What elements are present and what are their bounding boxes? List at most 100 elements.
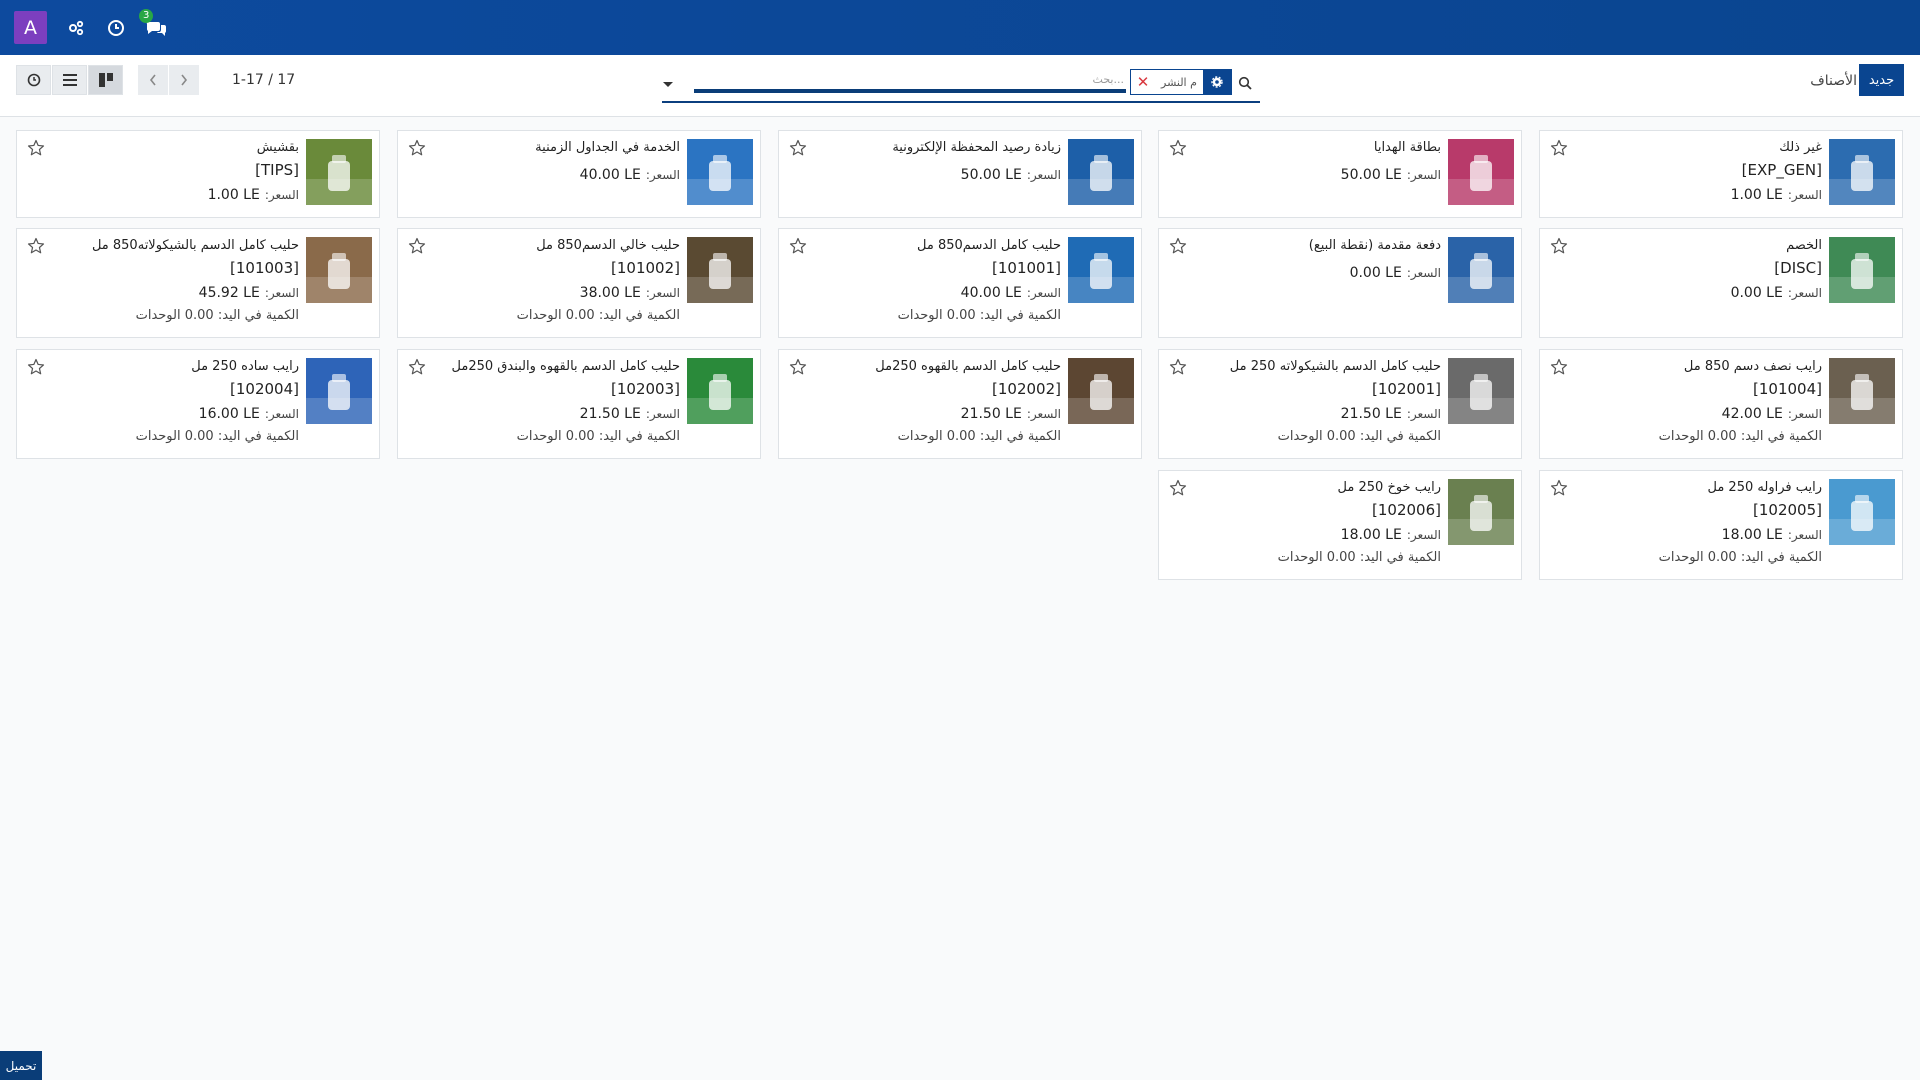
product-ref: [101003] [230,259,299,277]
favorite-star-icon[interactable] [27,358,45,380]
product-info: غير ذلك [EXP_GEN] السعر: 1.00 LE [1552,139,1822,207]
new-button[interactable]: جديد [1859,64,1904,96]
product-card[interactable]: رايب فراوله 250 مل [102005] السعر: 18.00 LE… [1539,470,1903,580]
favorite-star-icon[interactable] [408,358,426,380]
price-value: 0.00 LE [1730,285,1783,301]
kanban-view: غير ذلك [EXP_GEN] السعر: 1.00 LE بطاقة الهدا… [0,117,1920,1080]
product-card[interactable]: حليب كامل الدسم بالقهوه والبندق 250مل [10… [397,349,761,459]
price-value: 40.00 LE [960,285,1022,301]
breadcrumb: الأصناف [1810,73,1857,89]
search-input[interactable]: بحث... [962,73,1124,86]
kanban-view-icon[interactable] [88,65,123,95]
price-label: السعر: [1026,168,1061,182]
product-name: رايب فراوله 250 مل [1707,480,1822,495]
pager: 1-17 / 17 [138,65,295,95]
price-label: السعر: [1787,407,1822,421]
product-info: رايب فراوله 250 مل [102005] السعر: 18.00 LE… [1552,479,1822,569]
product-ref: [101002] [611,259,680,277]
pager-prev-icon[interactable] [138,65,168,95]
price-label: السعر: [1026,407,1061,421]
product-ref: [102005] [1753,501,1822,519]
product-card[interactable]: بقشيش [TIPS] السعر: 1.00 LE [16,130,380,218]
search-dropdown-toggle-icon[interactable] [662,75,674,94]
product-info: رايب خوخ 250 مل [102006] السعر: 18.00 LE الك… [1171,479,1441,569]
product-name: حليب كامل الدسم بالشيكولاته850 مل [91,238,299,253]
product-name: حليب كامل الدسم850 مل [917,238,1061,253]
clock-icon[interactable] [105,17,127,39]
product-image [1829,479,1895,545]
price-value: 18.00 LE [1721,527,1783,543]
chat-badge: 3 [139,8,154,23]
product-info: حليب كامل الدسم850 مل [101001] السعر: 40.00… [791,237,1061,327]
favorite-star-icon[interactable] [1550,237,1568,259]
favorite-star-icon[interactable] [1550,479,1568,501]
favorite-star-icon[interactable] [27,139,45,161]
product-info: رايب ساده 250 مل [102004] السعر:16.00 LE ال… [29,358,299,448]
search-bar: بحث... ✕ م النشر [662,67,1260,103]
product-name: بطاقة الهدايا [1373,140,1441,155]
price-label: السعر: [264,286,299,300]
product-price: السعر: 18.00 LE [1171,523,1441,547]
product-price: السعر: 18.00 LE [1552,523,1822,547]
product-name: حليب كامل الدسم بالقهوه والبندق 250مل [451,359,680,374]
price-value: 21.50 LE [960,406,1022,422]
product-image [1448,237,1514,303]
chat-icon[interactable]: 3 [139,8,167,39]
price-label: السعر: [645,168,680,182]
product-name: رايب خوخ 250 مل [1337,480,1441,495]
product-qty: الكمية في اليد: 0.00 الوحدات [1658,550,1822,565]
product-price: السعر: 50.00 LE [1171,163,1441,187]
product-card[interactable]: رايب نصف دسم 850 مل [101004] السعر: 42.00 L… [1539,349,1903,459]
search-icon[interactable] [1238,75,1252,94]
apps-icon[interactable] [65,17,87,39]
favorite-star-icon[interactable] [408,139,426,161]
price-value: 42.00 LE [1721,406,1783,422]
product-card[interactable]: رايب ساده 250 مل [102004] السعر:16.00 LE ال… [16,349,380,459]
price-label: السعر: [264,188,299,202]
product-card[interactable]: حليب كامل الدسم850 مل [101001] السعر: 40.00… [778,228,1142,338]
favorite-star-icon[interactable] [1169,139,1187,161]
product-image [306,139,372,205]
product-card[interactable]: حليب كامل الدسم بالشيكولاته 250 مل [10200… [1158,349,1522,459]
product-info: الخصم [DISC] السعر: 0.00 LE [1552,237,1822,305]
pager-next-icon[interactable] [169,65,199,95]
facet-remove-icon[interactable]: ✕ [1131,70,1155,94]
product-name: حليب كامل الدسم بالشيكولاته 250 مل [1229,359,1441,374]
product-info: حليب خالي الدسم850 مل [101002] السعر: 38.00… [410,237,680,327]
user-avatar[interactable]: A [14,11,47,44]
load-button[interactable]: تحميل [0,1051,42,1080]
product-card[interactable]: غير ذلك [EXP_GEN] السعر: 1.00 LE [1539,130,1903,218]
price-value: 1.00 LE [207,187,260,203]
product-card[interactable]: الخصم [DISC] السعر: 0.00 LE [1539,228,1903,338]
product-card[interactable]: رايب خوخ 250 مل [102006] السعر: 18.00 LE الك… [1158,470,1522,580]
pager-value[interactable]: 1-17 / 17 [232,72,295,88]
product-card[interactable]: حليب خالي الدسم850 مل [101002] السعر: 38.00… [397,228,761,338]
favorite-star-icon[interactable] [789,358,807,380]
favorite-star-icon[interactable] [408,237,426,259]
top-navbar: A 3 [0,0,1920,55]
product-card[interactable]: دفعة مقدمة (نقطة البيع) السعر: 0.00 LE [1158,228,1522,338]
product-card[interactable]: زيادة رصيد المحفظة الإلكترونية السعر: 50.0… [778,130,1142,218]
price-value: 1.00 LE [1730,187,1783,203]
price-value: 50.00 LE [960,167,1022,183]
product-card[interactable]: حليب كامل الدسم بالقهوه 250مل [102002] الس… [778,349,1142,459]
product-price: السعر: 16.00 LE [29,402,299,426]
product-card[interactable]: بطاقة الهدايا السعر: 50.00 LE [1158,130,1522,218]
list-view-icon[interactable] [52,65,87,95]
favorite-star-icon[interactable] [789,139,807,161]
product-price: السعر: 40.00 LE [791,281,1061,305]
favorite-star-icon[interactable] [1550,358,1568,380]
product-qty: الكمية في اليد: 0.00 الوحدات [516,308,680,323]
product-card[interactable]: الخدمة في الجداول الزمنية السعر: 40.00 LE [397,130,761,218]
favorite-star-icon[interactable] [27,237,45,259]
product-name: زيادة رصيد المحفظة الإلكترونية [892,140,1061,155]
product-card[interactable]: حليب كامل الدسم بالشيكولاته850 مل [101003… [16,228,380,338]
favorite-star-icon[interactable] [789,237,807,259]
favorite-star-icon[interactable] [1169,358,1187,380]
favorite-star-icon[interactable] [1169,479,1187,501]
activity-view-icon[interactable] [16,65,51,95]
favorite-star-icon[interactable] [1169,237,1187,259]
favorite-star-icon[interactable] [1550,139,1568,161]
product-info: حليب كامل الدسم بالقهوه والبندق 250مل [10… [410,358,680,448]
product-ref: [102001] [1372,380,1441,398]
